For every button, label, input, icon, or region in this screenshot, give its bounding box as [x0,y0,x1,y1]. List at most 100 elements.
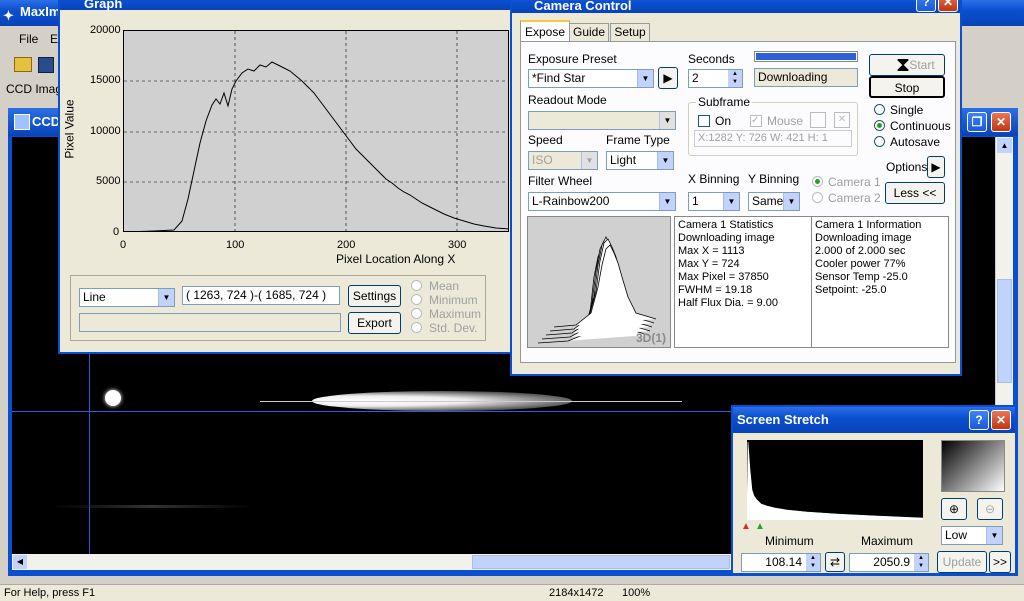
speed-dropdown[interactable]: ISO ▼ [528,151,598,170]
graph-title-bar[interactable]: Graph [60,0,512,11]
mode-continuous-label: Continuous [890,119,951,133]
graph-plot[interactable] [123,30,509,232]
update-button[interactable]: Update [937,551,987,573]
stretch-close-button[interactable]: ✕ [991,410,1011,430]
camera1-label: Camera 1 [828,175,881,189]
graph-maximum-radio[interactable] [411,308,422,319]
hourglass-icon: ⧗ [896,54,911,76]
camera-close-button[interactable]: ✕ [938,0,958,12]
mode-single-radio[interactable] [874,104,885,115]
tab-guide[interactable]: Guide [569,23,609,42]
star-3d-plot[interactable]: 3D(1) [527,216,671,348]
main-title: MaxIm [20,4,61,19]
graph-minimum-radio[interactable] [411,294,422,305]
seconds-spinner-icon[interactable]: ▲ ▼ [728,70,742,87]
exposure-preset-dropdown[interactable]: *Find Star ▼ [528,69,654,88]
graph-xtick: 300 [448,239,467,251]
filter-wheel-dropdown[interactable]: L-Rainbow200 ▼ [528,192,676,211]
mode-continuous-radio[interactable] [874,120,885,131]
graph-mode-dropdown[interactable]: Line ▼ [79,288,175,307]
maximum-spinner-icon[interactable]: ▲ ▼ [914,554,928,571]
graph-grid [124,31,508,231]
subframe-on-checkbox[interactable] [698,115,710,127]
minimum-spinner-icon[interactable]: ▲ ▼ [806,554,820,571]
stretch-preset-dropdown[interactable]: Low ▼ [941,526,1003,545]
stretch-help-button[interactable]: ? [969,410,989,430]
camera1-radio[interactable] [812,176,823,187]
frame-type-label: Frame Type [606,133,670,147]
y-binning-dropdown[interactable]: Same ▼ [748,192,800,211]
camera2-radio[interactable] [812,192,823,203]
stop-button[interactable]: Stop [869,76,945,98]
stretch-histogram[interactable] [747,440,923,520]
stretch-title: Screen Stretch [737,412,829,427]
download-progress-bar [754,51,858,62]
subframe-select-icon[interactable] [810,112,826,128]
horizontal-scrollbar[interactable]: ◀ [12,554,732,570]
graph-maximum-label: Maximum [429,307,482,321]
mode-autosave-radio[interactable] [874,136,885,147]
graph-settings-button[interactable]: Settings [348,285,401,307]
maximum-label: Maximum [861,534,914,548]
y-binning-label: Y Binning [748,172,800,186]
options-label: Options [886,160,928,174]
menu-edit[interactable]: E [50,32,58,46]
status-dimensions: 2184x1472 [549,587,604,599]
less-button[interactable]: Less << [885,182,945,204]
ccd-close-button[interactable]: ✕ [991,112,1011,132]
horizontal-scroll-thumb[interactable] [472,555,730,569]
camera2-label: Camera 2 [828,191,881,205]
stat-line: FWHM = 19.18 [678,284,753,296]
tab-setup[interactable]: Setup [610,23,650,42]
graph-curve-svg [124,31,508,231]
scroll-left-arrow-icon[interactable]: ◀ [13,555,27,569]
graph-ytick: 0 [113,226,120,238]
status-zoom: 100% [622,587,651,599]
graph-empty-field[interactable] [79,313,341,332]
mouse-label: Mouse [767,114,804,128]
graph-xlabel: Pixel Location Along X [336,252,456,266]
graph-mean-radio[interactable] [411,280,422,291]
statistics-panel: Camera 1 Statistics Downloading image Ma… [674,216,812,348]
subframe-group [688,102,858,156]
minimum-input[interactable]: 108.14 ▲ ▼ [741,553,821,572]
status-field: Downloading [754,68,858,87]
seconds-input[interactable]: 2 ▲ ▼ [688,69,743,88]
minimum-label: Minimum [765,534,814,548]
zoom-in-button[interactable]: ⊕ [941,498,967,520]
mouse-checkbox[interactable]: ✓ [750,115,762,127]
graph-export-button[interactable]: Export [348,312,401,334]
more-button[interactable]: >> [989,551,1011,573]
graph-stddev-radio[interactable] [411,322,422,333]
app-icon: ✦ [3,8,14,23]
gradient-preview [941,440,1005,492]
mode-single-label: Single [890,103,924,117]
camera-title-bar[interactable]: Camera Control [512,0,960,13]
download-progress-fill [756,53,856,60]
options-arrow-button[interactable]: ▶ [927,156,945,178]
vertical-scroll-thumb[interactable] [997,279,1012,383]
ccd-restore-button[interactable]: ❐ [967,112,987,132]
x-binning-dropdown[interactable]: 1 ▼ [688,192,740,211]
menu-file[interactable]: File [19,32,38,46]
x-binning-label: X Binning [688,172,740,186]
filter-wheel-label: Filter Wheel [528,174,593,188]
frame-type-dropdown[interactable]: Light ▼ [606,151,674,170]
min-marker-icon[interactable]: ▲ [741,521,751,532]
swap-button[interactable]: ⇄ [825,552,845,572]
subframe-label: Subframe [696,95,753,109]
preset-arrow-button[interactable]: ▶ [658,67,678,89]
zoom-out-button[interactable]: ⊖ [977,498,1003,520]
maximum-input[interactable]: 2050.9 ▲ ▼ [849,553,929,572]
open-icon[interactable] [14,57,32,72]
mode-autosave-label: Autosave [890,135,941,149]
histogram-svg [747,441,923,520]
max-marker-icon[interactable]: ▲ [755,521,765,532]
image-tab[interactable]: CCD Imag [6,82,62,96]
tab-expose[interactable]: Expose [520,20,570,42]
camera-help-button[interactable]: ? [916,0,936,12]
save-icon[interactable] [38,57,54,73]
readout-mode-dropdown[interactable]: ▼ [528,111,676,130]
subframe-clear-icon[interactable]: ✕ [834,112,850,128]
scroll-up-arrow-icon[interactable]: ▲ [997,138,1012,153]
